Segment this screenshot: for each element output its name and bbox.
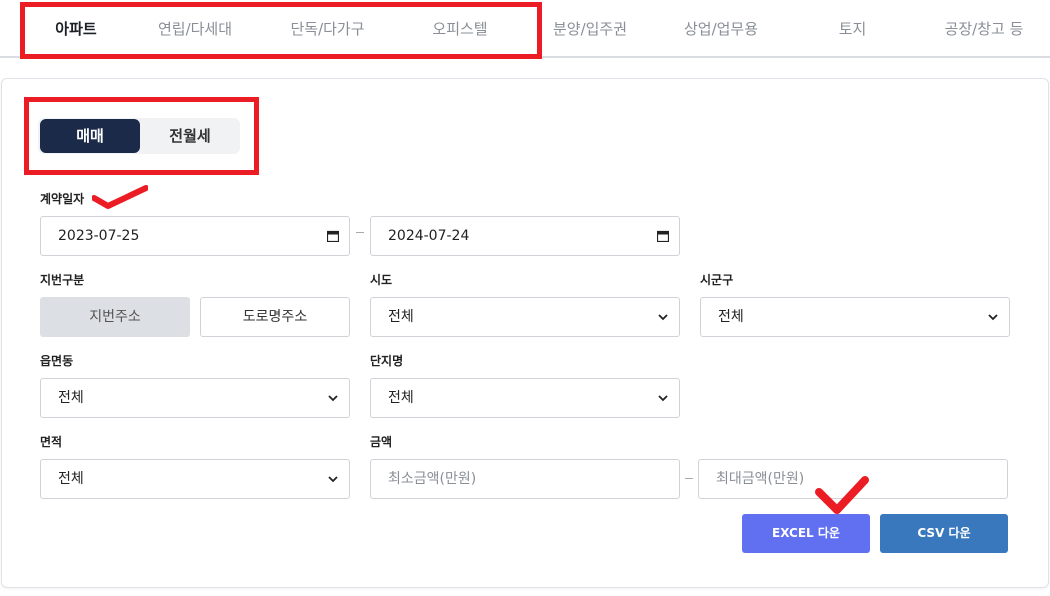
min-price-placeholder: 최소금액(만원): [388, 471, 477, 487]
sigungu-label: 시군구: [700, 273, 734, 287]
lot-type-label: 지번구분: [40, 273, 85, 287]
sido-select[interactable]: 전체: [370, 297, 680, 337]
road-address-button[interactable]: 도로명주소: [200, 297, 350, 337]
chevron-down-icon: [658, 314, 668, 321]
sido-select-value: 전체: [388, 309, 414, 325]
csv-download-button[interactable]: CSV 다운: [880, 514, 1008, 553]
contract-date-end-input[interactable]: 2024-07-24: [370, 216, 680, 256]
calendar-icon[interactable]: [657, 230, 669, 242]
property-type-tabs: 아파트 연립/다세대 단독/다가구 오피스텔 분양/입주권 상업/업무용 토지 …: [0, 0, 1050, 58]
area-select[interactable]: 전체: [40, 459, 350, 499]
area-label: 면적: [40, 435, 63, 449]
chevron-down-icon: [328, 395, 338, 402]
complex-name-label: 단지명: [370, 354, 404, 368]
complex-name-select[interactable]: 전체: [370, 378, 680, 418]
contract-date-start-value: 2023-07-25: [58, 228, 140, 244]
sido-label: 시도: [370, 273, 393, 287]
chevron-down-icon: [658, 395, 668, 402]
contract-date-label: 계약일자: [40, 192, 85, 206]
deal-type-toggle: 매매 전월세: [38, 118, 240, 154]
eupmyeondong-select-value: 전체: [58, 390, 84, 406]
chevron-down-icon: [988, 314, 998, 321]
price-range-dash: [685, 478, 693, 479]
deal-type-sale-button[interactable]: 매매: [40, 119, 140, 153]
min-price-input[interactable]: 최소금액(만원): [370, 459, 680, 499]
tab-row-house[interactable]: 연립/다세대: [140, 0, 250, 58]
tab-officetel[interactable]: 오피스텔: [405, 0, 515, 58]
date-range-dash: [356, 232, 364, 233]
chevron-down-icon: [328, 476, 338, 483]
sigungu-select-value: 전체: [718, 309, 744, 325]
price-label: 금액: [370, 435, 393, 449]
eupmyeondong-label: 읍면동: [40, 354, 74, 368]
contract-date-start-input[interactable]: 2023-07-25: [40, 216, 350, 256]
max-price-input[interactable]: 최대금액(만원): [698, 459, 1008, 499]
active-tab-underline: [20, 55, 130, 58]
complex-name-select-value: 전체: [388, 390, 414, 406]
tab-commercial[interactable]: 상업/업무용: [665, 0, 777, 58]
eupmyeondong-select[interactable]: 전체: [40, 378, 350, 418]
calendar-icon[interactable]: [327, 230, 339, 242]
tab-apartment[interactable]: 아파트: [22, 0, 130, 58]
deal-type-rent-button[interactable]: 전월세: [142, 119, 238, 153]
tab-land[interactable]: 토지: [810, 0, 895, 58]
tab-detached-house[interactable]: 단독/다가구: [270, 0, 385, 58]
tab-presale-right[interactable]: 분양/입주권: [535, 0, 645, 58]
excel-download-button[interactable]: EXCEL 다운: [742, 514, 870, 553]
contract-date-end-value: 2024-07-24: [388, 228, 470, 244]
lot-address-button[interactable]: 지번주소: [40, 297, 190, 337]
area-select-value: 전체: [58, 471, 84, 487]
max-price-placeholder: 최대금액(만원): [716, 471, 805, 487]
tab-factory-warehouse[interactable]: 공장/창고 등: [928, 0, 1040, 58]
sigungu-select[interactable]: 전체: [700, 297, 1010, 337]
